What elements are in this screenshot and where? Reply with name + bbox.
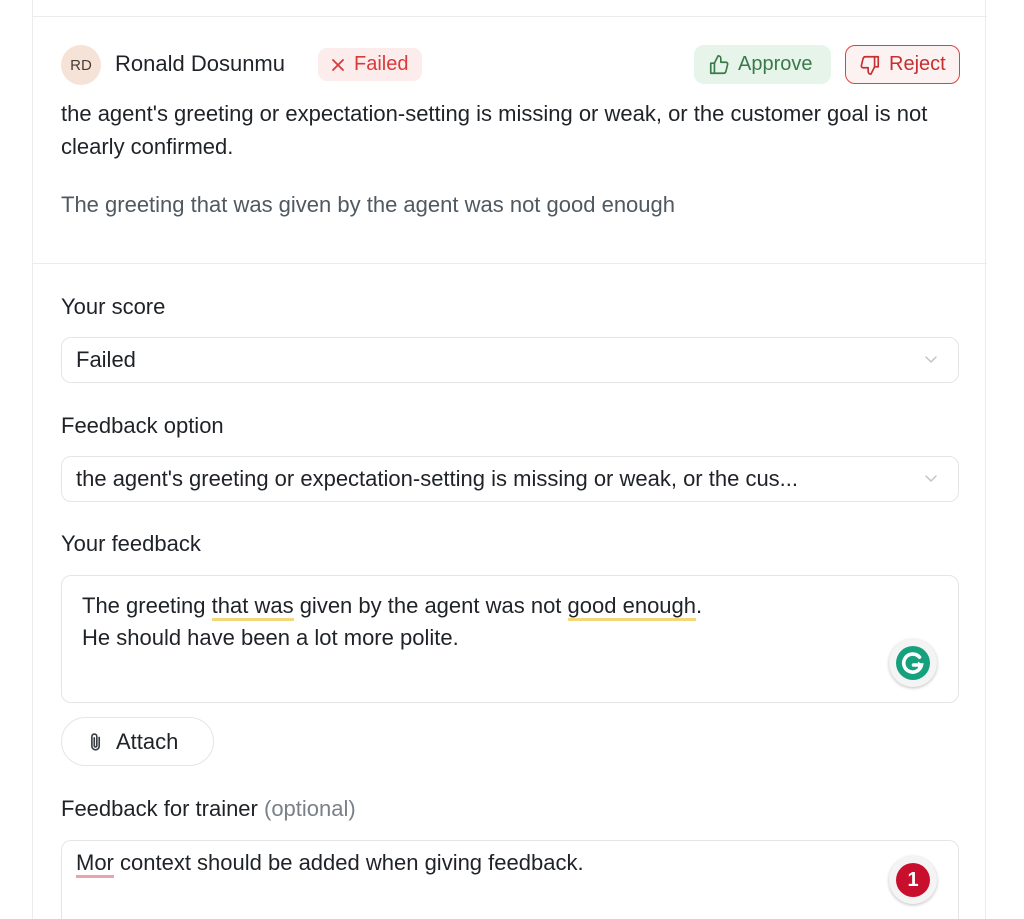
thumbs-up-icon — [709, 54, 729, 74]
feedback-option-label: Feedback option — [61, 413, 224, 438]
status-text: Failed — [354, 53, 409, 75]
chevron-down-icon — [925, 475, 937, 482]
divider — [33, 16, 987, 17]
grammar-suggestion[interactable]: that was — [211, 593, 294, 621]
avatar: RD — [61, 45, 101, 85]
approve-label: Approve — [738, 53, 813, 75]
trainer-feedback-label: Feedback for trainer (optional) — [61, 796, 356, 821]
paperclip-icon — [91, 732, 101, 751]
trainer-feedback-textarea[interactable]: Mor context should be added when giving … — [61, 840, 959, 919]
spelling-error[interactable]: Mor — [76, 850, 114, 878]
reject-label: Reject — [889, 53, 946, 75]
issue-count-badge: 1 — [896, 863, 930, 897]
grammarly-icon — [896, 646, 930, 680]
divider — [33, 263, 987, 264]
thumbs-down-icon — [860, 55, 880, 75]
feedback-option-select[interactable]: the agent's greeting or expectation-sett… — [61, 456, 959, 502]
avatar-initials: RD — [70, 56, 92, 74]
reject-button[interactable]: Reject — [845, 45, 960, 84]
feedback-line: He should have been a lot more polite. — [82, 625, 459, 650]
your-feedback-label: Your feedback — [61, 531, 201, 556]
attach-label: Attach — [116, 728, 179, 754]
trainer-feedback-line: Mor context should be added when giving … — [76, 847, 944, 879]
optional-hint: (optional) — [264, 796, 356, 821]
review-panel: RD Ronald Dosunmu Failed Approve Reject … — [32, 0, 987, 919]
feedback-line: The greeting that was given by the agent… — [82, 590, 938, 622]
attach-button[interactable]: Attach — [61, 717, 214, 766]
grammarly-issues-button[interactable]: 1 — [889, 856, 937, 904]
your-feedback-textarea[interactable]: The greeting that was given by the agent… — [61, 575, 959, 703]
feedback-option-value: the agent's greeting or expectation-sett… — [76, 466, 799, 491]
score-value: Failed — [76, 347, 136, 372]
author-name: Ronald Dosunmu — [115, 51, 285, 76]
status-badge: Failed — [318, 48, 423, 81]
close-icon — [332, 58, 344, 71]
score-label: Your score — [61, 294, 166, 319]
score-select[interactable]: Failed — [61, 337, 959, 383]
approve-button[interactable]: Approve — [694, 45, 831, 84]
feedback-headline: the agent's greeting or expectation-sett… — [61, 101, 928, 159]
grammar-suggestion[interactable]: good enough — [567, 593, 697, 621]
grammarly-button[interactable] — [889, 639, 937, 687]
feedback-comment: The greeting that was given by the agent… — [61, 192, 675, 217]
chevron-down-icon — [925, 356, 937, 363]
